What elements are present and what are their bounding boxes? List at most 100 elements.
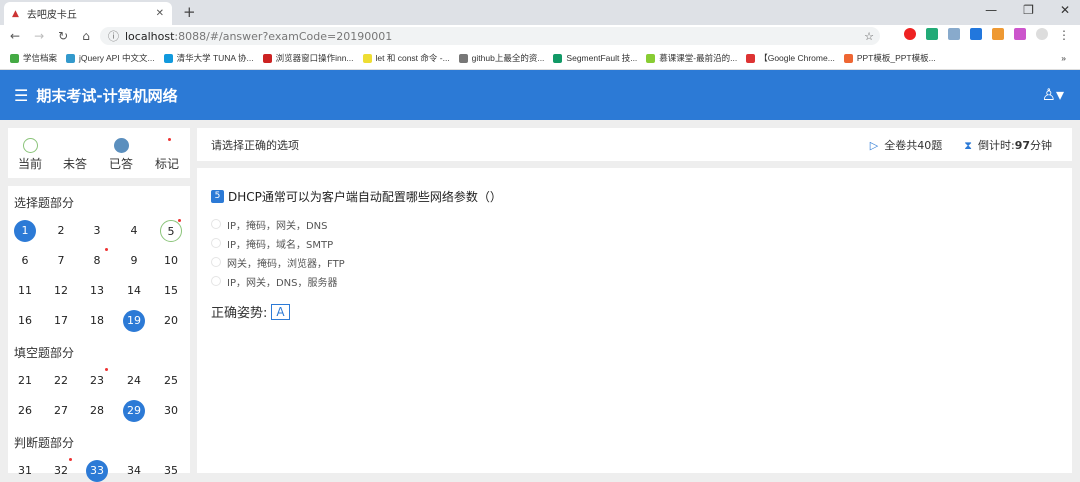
tab-title: 去吧皮卡丘 (26, 10, 77, 21)
forward-icon[interactable]: → (34, 29, 44, 43)
section-title: 选择题部分 (14, 196, 75, 210)
close-window-icon[interactable]: ✕ (1060, 3, 1070, 17)
question-nav-item[interactable]: 6 (14, 250, 36, 272)
info-icon: ⓘ (108, 30, 119, 43)
radio-icon[interactable] (211, 257, 221, 267)
question-nav-item[interactable]: 31 (14, 460, 36, 482)
bookmark[interactable]: PPT模板_PPT模板... (843, 52, 936, 64)
question-nav-item[interactable]: 34 (123, 460, 145, 482)
extension-icon[interactable] (992, 28, 1004, 40)
question-nav-item[interactable]: 2 (50, 220, 72, 242)
section-title: 填空题部分 (14, 346, 75, 360)
question-nav-item[interactable]: 29 (123, 400, 145, 422)
question-nav-item[interactable]: 1 (14, 220, 36, 242)
question-nav-item[interactable]: 10 (160, 250, 182, 272)
question-nav-item[interactable]: 8 (86, 248, 108, 272)
option-a[interactable]: IP，掩码，网关，DNS (211, 217, 1058, 232)
bookmark[interactable]: github上最全的资... (458, 52, 544, 64)
question-nav-item[interactable]: 27 (50, 400, 72, 422)
question-nav-number: 27 (54, 404, 68, 417)
question-nav-item[interactable]: 24 (123, 370, 145, 392)
marked-marker-icon (160, 138, 175, 153)
bookmark[interactable]: let 和 const 命令 -... (362, 52, 450, 64)
question-nav-item[interactable]: 21 (14, 370, 36, 392)
menu-icon[interactable]: ☰ (14, 86, 28, 105)
app-header: ☰ 期末考试-计算机网络 ♙▾ (0, 70, 1080, 120)
unanswered-marker-icon (68, 138, 83, 153)
bookmark-icon (458, 53, 468, 63)
question-nav-item[interactable]: 12 (50, 280, 72, 302)
question-nav-item[interactable]: 18 (86, 310, 108, 332)
radio-icon[interactable] (211, 276, 221, 286)
more-bookmarks-icon[interactable]: » (1061, 53, 1066, 63)
bookmark[interactable]: 浏览器窗口操作inn... (262, 52, 354, 64)
question-nav-item[interactable]: 16 (14, 310, 36, 332)
question-nav-item[interactable]: 26 (14, 400, 36, 422)
question-nav-number: 7 (57, 254, 65, 267)
close-tab-icon[interactable]: ✕ (156, 8, 164, 19)
minimize-icon[interactable]: — (985, 3, 997, 17)
bookmark[interactable]: 【Google Chrome... (746, 52, 835, 64)
question-nav-number: 10 (164, 254, 178, 267)
question-nav-item[interactable]: 15 (160, 280, 182, 302)
option-b[interactable]: IP，掩码，域名，SMTP (211, 236, 1058, 251)
option-d[interactable]: IP，网关，DNS，服务器 (211, 274, 1058, 289)
url-input[interactable]: ⓘ localhost:8088/#/answer?examCode=201900… (100, 27, 880, 45)
question-nav-number: 19 (127, 314, 141, 327)
bookmark[interactable]: 学信档案 (10, 52, 57, 64)
bookmark[interactable]: 清华大学 TUNA 协... (163, 52, 254, 64)
question-nav-item[interactable]: 22 (50, 370, 72, 392)
question-nav-item[interactable]: 13 (86, 280, 108, 302)
vue-icon[interactable] (926, 28, 938, 40)
question-number: 5 (211, 190, 224, 203)
bookmark[interactable]: SegmentFault 技... (553, 52, 637, 64)
question-card: 5 DHCP通常可以为客户端自动配置哪些网络参数（） IP，掩码，网关，DNS I… (197, 168, 1072, 473)
question-nav-number: 30 (164, 404, 178, 417)
radio-icon[interactable] (211, 238, 221, 248)
extension-icon[interactable] (948, 28, 960, 40)
question-nav-item[interactable]: 20 (160, 310, 182, 332)
question-nav-item[interactable]: 14 (123, 280, 145, 302)
option-c[interactable]: 网关，掩码，浏览器，FTP (211, 255, 1058, 270)
back-icon[interactable]: ← (10, 29, 20, 43)
user-menu-icon[interactable]: ♙▾ (1042, 85, 1064, 104)
question-nav-item[interactable]: 35 (160, 460, 182, 482)
countdown-value: 97 (1014, 138, 1030, 152)
question-nav-item[interactable]: 23 (86, 368, 108, 392)
extension-icon[interactable] (970, 28, 982, 40)
browser-tab[interactable]: ▲ 去吧皮卡丘 ✕ (4, 2, 172, 25)
question-nav-number: 26 (18, 404, 32, 417)
question-nav-number: 15 (164, 284, 178, 297)
menu-icon[interactable]: ⋮ (1058, 28, 1070, 42)
question-nav-number: 9 (130, 254, 138, 267)
bookmark-icon (10, 53, 19, 63)
question-nav-item[interactable]: 17 (50, 310, 72, 332)
new-tab-button[interactable]: + (183, 3, 196, 21)
question-nav-item[interactable]: 3 (86, 220, 108, 242)
question-nav-item[interactable]: 32 (50, 458, 72, 482)
opera-icon[interactable] (904, 28, 916, 40)
question-nav-item[interactable]: 30 (160, 400, 182, 422)
question-nav-number: 34 (127, 464, 141, 477)
home-icon[interactable]: ⌂ (82, 29, 90, 43)
bookmark-icon (646, 53, 656, 63)
profile-icon[interactable] (1036, 28, 1048, 40)
question-nav-item[interactable]: 4 (123, 220, 145, 242)
question-nav-item[interactable]: 7 (50, 250, 72, 272)
bookmark-label: 清华大学 TUNA 协... (176, 53, 254, 63)
star-icon[interactable]: ☆ (864, 30, 874, 43)
question-nav-number: 24 (127, 374, 141, 387)
question-nav-item[interactable]: 9 (123, 250, 145, 272)
question-nav-item[interactable]: 5 (160, 219, 182, 242)
question-nav-item[interactable]: 19 (123, 310, 145, 332)
extension-icon[interactable] (1014, 28, 1026, 40)
question-nav-item[interactable]: 28 (86, 400, 108, 422)
bookmark[interactable]: jQuery API 中文文... (66, 52, 155, 64)
radio-icon[interactable] (211, 219, 221, 229)
bookmark[interactable]: 慕课课堂-最前沿的... (646, 52, 737, 64)
question-nav-item[interactable]: 25 (160, 370, 182, 392)
question-nav-item[interactable]: 33 (86, 460, 108, 482)
restore-icon[interactable]: ❐ (1023, 3, 1034, 17)
question-nav-item[interactable]: 11 (14, 280, 36, 302)
reload-icon[interactable]: ↻ (58, 29, 68, 43)
